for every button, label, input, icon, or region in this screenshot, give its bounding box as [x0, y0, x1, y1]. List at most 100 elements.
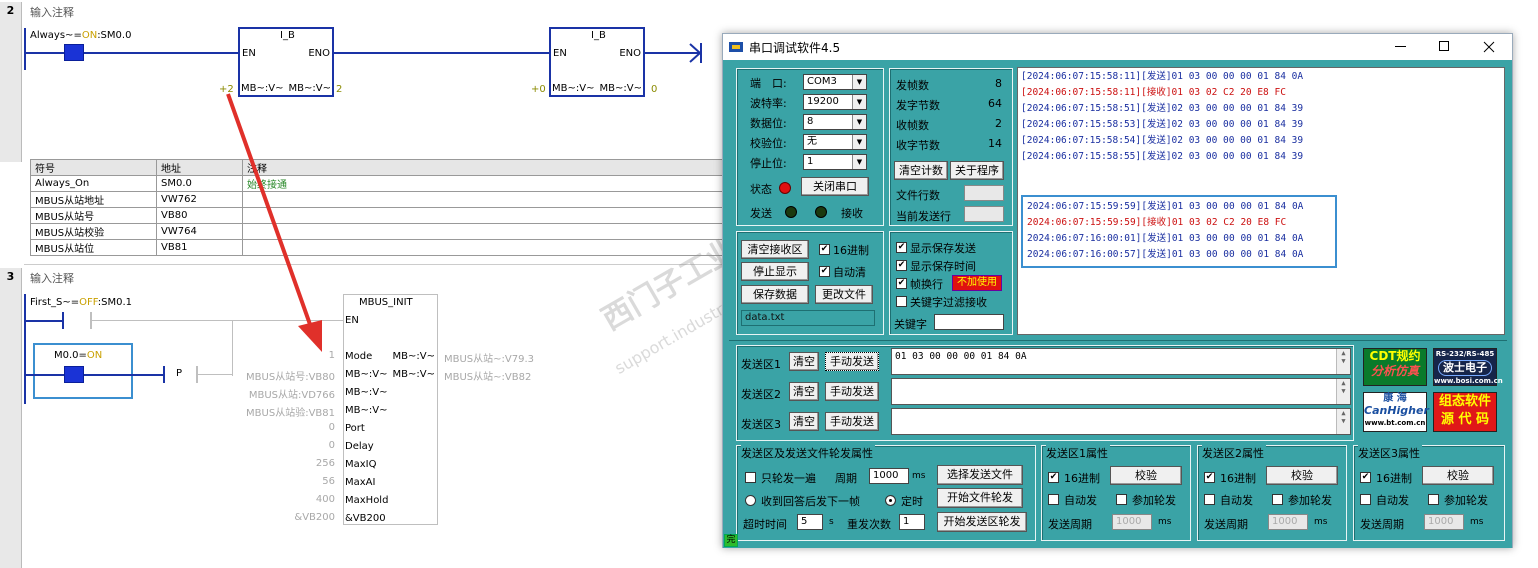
area3-join-checkbox[interactable]	[1428, 494, 1439, 505]
close-port-button[interactable]: 关闭串口	[801, 177, 869, 196]
clear-send-1-button[interactable]: 清空	[789, 352, 819, 371]
always-on-contact[interactable]	[64, 44, 84, 61]
area1-auto-checkbox[interactable]	[1048, 494, 1059, 505]
area1-group: 发送区1属性 ✔ 16进制 校验 自动发 参加轮发 发送周期 1000 ms	[1041, 445, 1191, 541]
cdt-ad[interactable]: CDT规约 分析仿真	[1363, 348, 1427, 386]
timeout-field[interactable]: 5	[797, 514, 823, 530]
table-row[interactable]: MBUS从站号 VB80	[30, 207, 730, 224]
scrollbar[interactable]: ▲ ▼	[1336, 379, 1350, 404]
manual-send-2-button[interactable]: 手动发送	[825, 382, 879, 401]
hex-checkbox[interactable]: ✔	[819, 244, 830, 255]
area2-auto-checkbox[interactable]	[1204, 494, 1215, 505]
area2-hex-checkbox[interactable]: ✔	[1204, 472, 1215, 483]
port-label: 端 口:	[750, 77, 787, 90]
pin-maxiq: MaxIQ	[345, 459, 377, 470]
table-row[interactable]: Always_On SM0.0 始终接通	[30, 175, 730, 192]
databits-select[interactable]: 8 ▼	[803, 114, 867, 130]
log-line: 2024:06:07:15:59:59][接收]01 03 02 C2 20 E…	[1027, 217, 1287, 228]
area3-hex-checkbox[interactable]: ✔	[1360, 472, 1371, 483]
table-row[interactable]: MBUS从站地址 VW762	[30, 191, 730, 208]
clear-send-3-button[interactable]: 清空	[789, 412, 819, 431]
always-on-status: Always~=ON:SM0.0	[30, 30, 132, 41]
maximize-icon[interactable]	[1439, 41, 1449, 51]
area2-checksum-button[interactable]: 校验	[1266, 466, 1338, 485]
en-pin: EN	[242, 48, 256, 59]
eno-pin: ENO	[308, 48, 330, 59]
manual-send-3-button[interactable]: 手动发送	[825, 412, 879, 431]
send-2-input[interactable]: ▲ ▼	[891, 378, 1351, 405]
parity-select[interactable]: 无 ▼	[803, 134, 867, 150]
start-file-poll-button[interactable]: 开始文件轮发	[937, 488, 1023, 508]
once-checkbox[interactable]	[745, 472, 756, 483]
scrollbar[interactable]: ▲ ▼	[1336, 409, 1350, 434]
period-label: 周期	[835, 472, 857, 485]
keyword-field[interactable]	[934, 314, 1004, 330]
network-3-comment[interactable]: 输入注释	[30, 270, 74, 286]
timer-radio[interactable]	[885, 495, 896, 506]
zt-ad-line: 源 代 码	[1440, 412, 1490, 427]
kh-ad-line: www.bt.com.cn	[1364, 419, 1426, 427]
recv-next-radio[interactable]	[745, 495, 756, 506]
scrollbar[interactable]: ▲ ▼	[1336, 349, 1350, 374]
config-ad[interactable]: 组态软件源 代 码	[1433, 392, 1497, 432]
log-line: [2024:06:07:15:58:55][发送]02 03 00 00 00 …	[1021, 151, 1304, 162]
log-line: 2024:06:07:16:00:01][发送]01 03 00 00 00 0…	[1027, 233, 1304, 244]
file-name-field[interactable]: data.txt	[741, 310, 875, 326]
symtab-header: 符号	[30, 159, 157, 176]
stop-display-button[interactable]: 停止显示	[741, 262, 809, 281]
receive-log[interactable]: [2024:06:07:15:58:11][发送]01 03 00 00 00 …	[1017, 67, 1505, 335]
send-3-input[interactable]: ▲ ▼	[891, 408, 1351, 435]
s-label: s	[829, 517, 834, 527]
chevron-down-icon: ▼	[852, 75, 866, 89]
period-field[interactable]: 1000	[869, 468, 909, 484]
mb-out-pin: MB~:V~	[599, 83, 642, 94]
network-2-comment[interactable]: 输入注释	[30, 4, 74, 20]
ib-block-2[interactable]: I_B EN ENO MB~:V~ MB~:V~	[549, 27, 645, 97]
send-1-text: 01 03 00 00 00 01 84 0A	[895, 351, 1027, 362]
clear-count-button[interactable]: 清空计数	[894, 161, 948, 180]
save-data-button[interactable]: 保存数据	[741, 285, 809, 304]
clear-send-2-button[interactable]: 清空	[789, 382, 819, 401]
close-icon[interactable]	[1483, 41, 1495, 53]
status-label: 状态	[750, 183, 772, 196]
divider	[729, 340, 1507, 341]
stopbits-select[interactable]: 1 ▼	[803, 154, 867, 170]
baud-select[interactable]: 19200 ▼	[803, 94, 867, 110]
rs485-ad[interactable]: RS-232/RS-485 波士电子 www.bosi.com.cn	[1433, 348, 1503, 386]
en-pin: EN	[553, 48, 567, 59]
table-row[interactable]: MBUS从站校验 VW764	[30, 223, 730, 240]
m00-contact[interactable]	[64, 366, 84, 383]
not-used-badge[interactable]: 不加使用	[952, 275, 1002, 291]
select-file-button[interactable]: 选择发送文件	[937, 465, 1023, 485]
ib-block-1[interactable]: I_B EN ENO MB~:V~ MB~:V~	[238, 27, 334, 97]
log-line: [2024:06:07:15:58:11][接收]01 03 02 C2 20 …	[1021, 87, 1286, 98]
period-label: 发送周期	[1204, 518, 1248, 531]
recv-led-label: 接收	[841, 207, 863, 220]
start-area-poll-button[interactable]: 开始发送区轮发	[937, 512, 1027, 532]
kanghai-ad[interactable]: 康 海 CanHigher www.bt.com.cn	[1363, 392, 1429, 432]
auto-clear-checkbox[interactable]: ✔	[819, 266, 830, 277]
clear-receive-button[interactable]: 清空接收区	[741, 240, 809, 259]
minimize-icon[interactable]	[1395, 40, 1407, 52]
area1-join-checkbox[interactable]	[1116, 494, 1127, 505]
show-save-send-checkbox[interactable]: ✔	[896, 242, 907, 253]
change-file-button[interactable]: 更改文件	[815, 285, 873, 304]
send-1-input[interactable]: 01 03 00 00 00 01 84 0A ▲ ▼	[891, 348, 1351, 375]
title-bar[interactable]: 串口调试软件4.5	[723, 34, 1512, 60]
resend-field[interactable]: 1	[899, 514, 925, 530]
serial-tool-window[interactable]: 串口调试软件4.5 端 口: COM3 ▼ 波特率: 19200 ▼ 数据位: 8 ▼…	[722, 33, 1513, 548]
port-select[interactable]: COM3 ▼	[803, 74, 867, 90]
mbus-init-block[interactable]: MBUS_INIT EN Mode MB~:V~ MB~:V~ MB~:V~ P…	[343, 294, 438, 525]
about-button[interactable]: 关于程序	[950, 161, 1004, 180]
keyword-filter-checkbox[interactable]	[896, 296, 907, 307]
area3-auto-checkbox[interactable]	[1360, 494, 1371, 505]
show-save-time-checkbox[interactable]: ✔	[896, 260, 907, 271]
area1-hex-checkbox[interactable]: ✔	[1048, 472, 1059, 483]
area1-checksum-button[interactable]: 校验	[1110, 466, 1182, 485]
manual-send-1-button[interactable]: 手动发送	[825, 352, 879, 371]
table-row[interactable]: MBUS从站位 VB81	[30, 239, 730, 256]
area2-join-checkbox[interactable]	[1272, 494, 1283, 505]
area3-checksum-button[interactable]: 校验	[1422, 466, 1494, 485]
hex-label: 16进制	[1064, 472, 1100, 485]
frame-wrap-checkbox[interactable]: ✔	[896, 278, 907, 289]
